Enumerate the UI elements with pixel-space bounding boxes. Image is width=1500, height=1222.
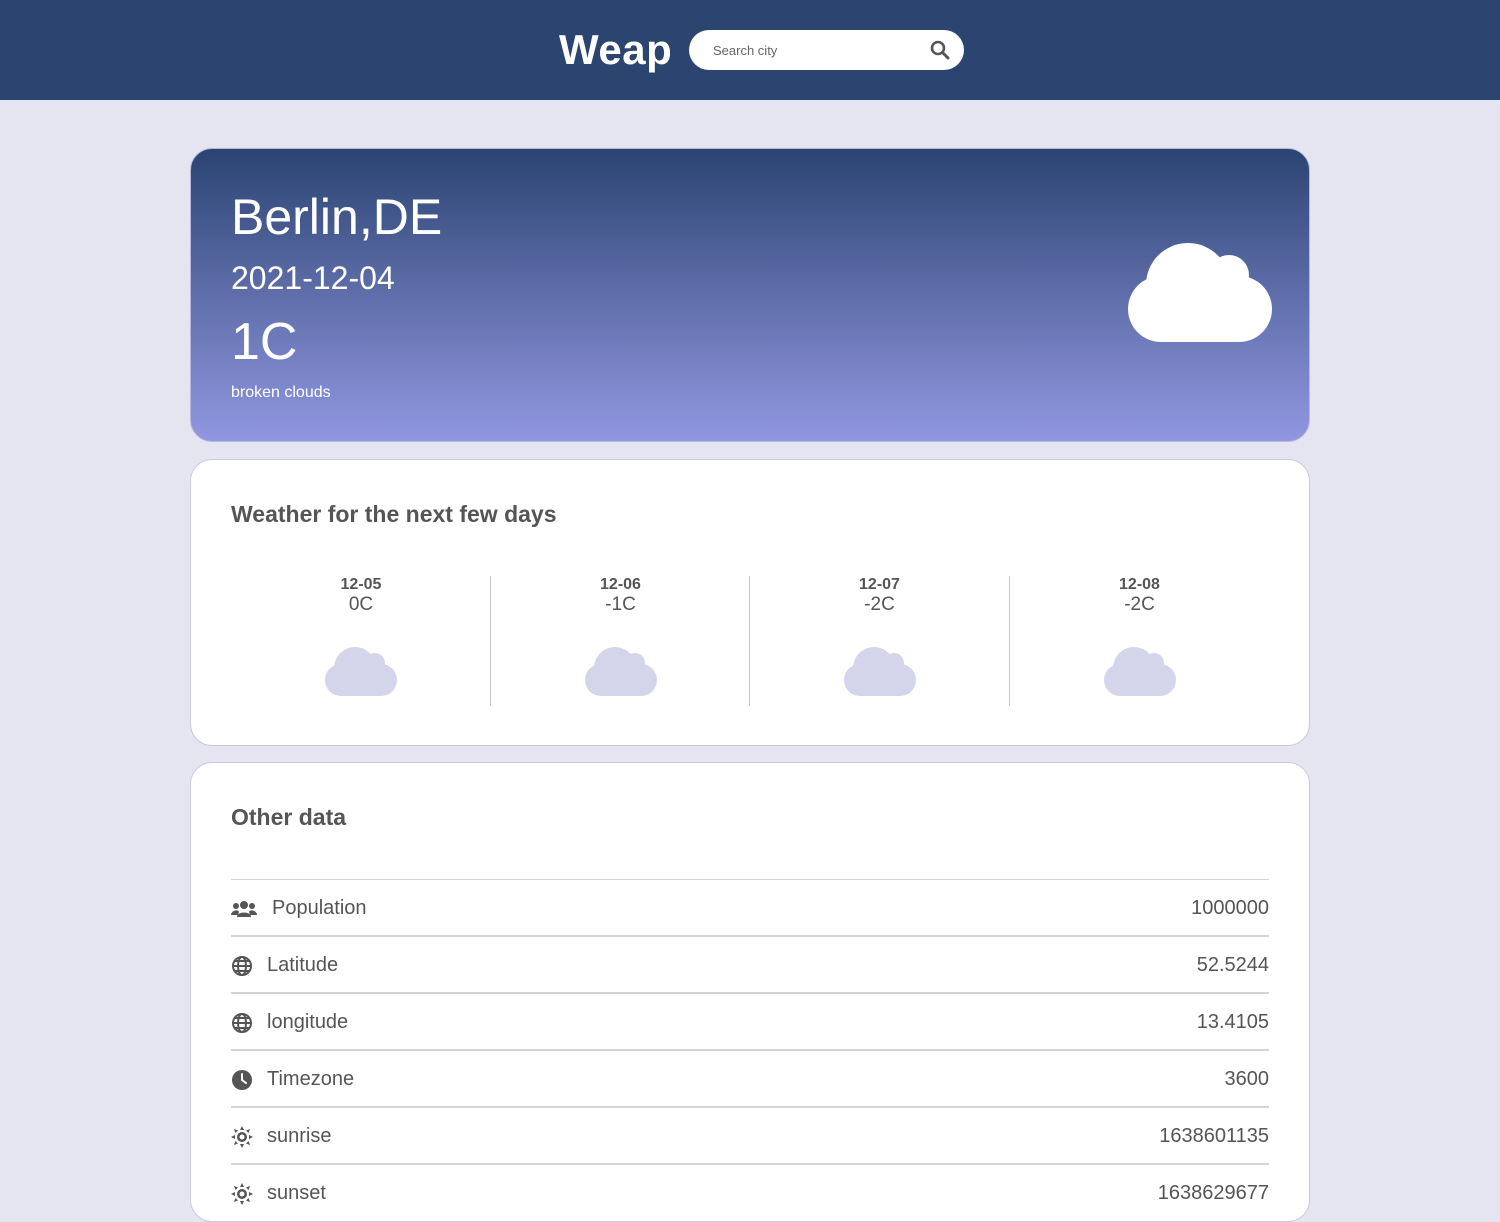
globe-icon bbox=[232, 956, 252, 976]
data-row-timezone: Timezone 3600 bbox=[231, 1049, 1269, 1106]
data-row-label: sunset bbox=[267, 1182, 326, 1204]
forecast-temperature: -2C bbox=[1124, 594, 1155, 615]
forecast-card: Weather for the next few days 12-05 0C 1… bbox=[190, 459, 1310, 746]
clock-icon bbox=[232, 1070, 252, 1090]
search-icon[interactable] bbox=[930, 40, 950, 60]
data-row-population: Population 1000000 bbox=[231, 879, 1269, 936]
forecast-title: Weather for the next few days bbox=[231, 501, 557, 527]
sun-icon bbox=[231, 1183, 253, 1205]
forecast-date: 12-07 bbox=[859, 576, 900, 593]
search-input[interactable] bbox=[713, 30, 923, 70]
current-date: 2021-12-04 bbox=[231, 260, 395, 296]
cloud-icon bbox=[844, 647, 916, 696]
app-logo[interactable]: Weap bbox=[559, 26, 672, 74]
forecast-day: 12-07 -2C bbox=[749, 576, 1009, 706]
forecast-day: 12-06 -1C bbox=[490, 576, 750, 706]
data-row-latitude: Latitude 52.5244 bbox=[231, 935, 1269, 992]
data-row-longitude: longitude 13.4105 bbox=[231, 992, 1269, 1049]
forecast-day: 12-05 0C bbox=[231, 576, 491, 706]
forecast-temperature: -2C bbox=[864, 594, 895, 615]
data-row-value: 13.4105 bbox=[1196, 1011, 1269, 1033]
users-icon bbox=[231, 901, 257, 917]
weather-description: broken clouds bbox=[231, 384, 331, 401]
other-data-title: Other data bbox=[231, 804, 347, 830]
data-row-label: sunrise bbox=[267, 1125, 332, 1147]
data-row-label: Timezone bbox=[267, 1068, 355, 1090]
forecast-temperature: 0C bbox=[348, 594, 374, 615]
data-row-sunrise: sunrise 1638601135 bbox=[231, 1106, 1269, 1163]
data-row-label: longitude bbox=[267, 1011, 349, 1033]
data-row-value: 3600 bbox=[1224, 1068, 1270, 1090]
cloud-icon bbox=[585, 647, 657, 696]
forecast-day: 12-08 -2C bbox=[1009, 576, 1269, 706]
data-row-label: Latitude bbox=[267, 954, 339, 976]
data-row-value: 1638601135 bbox=[1159, 1125, 1269, 1147]
city-name: Berlin,DE bbox=[231, 189, 443, 245]
data-row-value: 52.5244 bbox=[1196, 954, 1269, 976]
forecast-date: 12-06 bbox=[600, 576, 641, 593]
forecast-date: 12-08 bbox=[1119, 576, 1160, 593]
current-weather-card: Berlin,DE 2021-12-04 1C broken clouds bbox=[190, 148, 1310, 442]
data-row-label: Population bbox=[272, 897, 367, 919]
forecast-temperature: -1C bbox=[605, 594, 636, 615]
cloud-icon bbox=[325, 647, 397, 696]
cloud-icon bbox=[1128, 243, 1272, 342]
cloud-icon bbox=[1104, 647, 1176, 696]
other-data-card: Other data Population 1000000 Latitude 5… bbox=[190, 762, 1310, 1222]
forecast-date: 12-05 bbox=[340, 576, 382, 593]
sun-icon bbox=[231, 1126, 253, 1148]
data-row-value: 1638629677 bbox=[1157, 1182, 1269, 1204]
data-row-sunset: sunset 1638629677 bbox=[231, 1163, 1269, 1220]
data-row-value: 1000000 bbox=[1191, 897, 1269, 919]
search-box[interactable] bbox=[689, 30, 964, 70]
globe-icon bbox=[232, 1013, 252, 1033]
current-temperature: 1C bbox=[231, 313, 298, 371]
top-navbar: Weap bbox=[0, 0, 1500, 100]
